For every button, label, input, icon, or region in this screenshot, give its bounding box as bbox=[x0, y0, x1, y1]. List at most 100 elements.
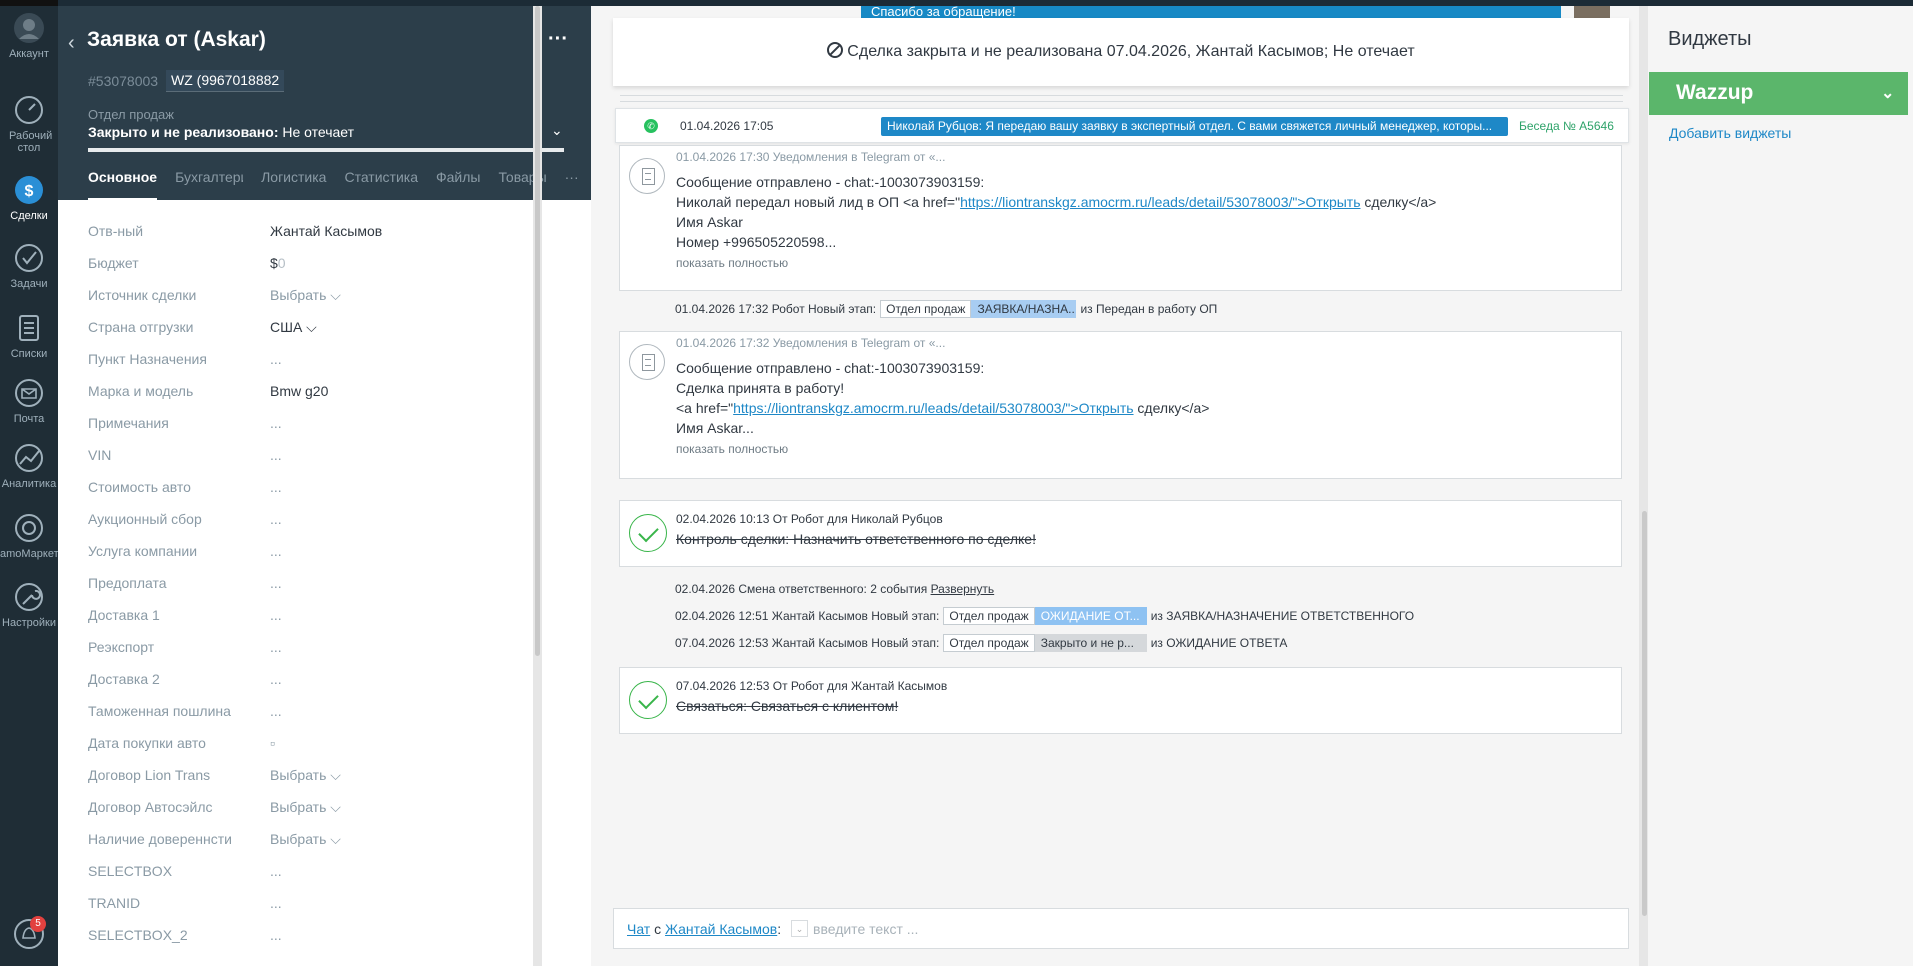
expand-link[interactable]: Развернуть bbox=[931, 582, 995, 596]
feed-scrollbar[interactable] bbox=[1639, 6, 1648, 966]
event-tail: из ОЖИДАНИЕ ОТВЕТА bbox=[1150, 636, 1288, 650]
field-value[interactable]: ... bbox=[270, 639, 282, 655]
field-value[interactable]: ... bbox=[270, 575, 282, 591]
notification-badge: 5 bbox=[30, 916, 46, 932]
lead-tag[interactable]: WZ (9967018882 bbox=[166, 70, 284, 92]
tab-main[interactable]: Основное bbox=[88, 169, 158, 200]
nav-notifications[interactable] bbox=[0, 918, 58, 954]
tabs-more-icon[interactable]: ··· bbox=[565, 169, 579, 200]
message-banner: Спасибо за обращение! bbox=[861, 6, 1561, 18]
field-value[interactable]: ... bbox=[270, 607, 282, 623]
tab-files[interactable]: Файлы bbox=[436, 169, 480, 200]
nav-label-lists: Списки bbox=[10, 348, 48, 360]
nav-settings[interactable]: Настройки bbox=[0, 581, 58, 629]
field-label: Договор Lion Trans bbox=[88, 767, 211, 783]
show-more-link[interactable]: показать полностью bbox=[676, 442, 788, 456]
card-scroll-thumb[interactable] bbox=[535, 6, 540, 656]
dashboard-icon bbox=[15, 96, 43, 124]
field-row: Бюджет $0 bbox=[88, 255, 568, 275]
calendar-icon[interactable]: ▫ bbox=[270, 735, 275, 751]
chat-input[interactable]: введите текст ... bbox=[813, 921, 918, 937]
field-value[interactable]: ... bbox=[270, 703, 282, 719]
widgets-title: Виджеты bbox=[1668, 28, 1752, 50]
tab-statistics[interactable]: Статистика bbox=[344, 169, 418, 200]
field-value[interactable]: ... bbox=[270, 927, 282, 943]
field-value[interactable]: ... bbox=[270, 415, 282, 431]
nav-mail[interactable]: Почта bbox=[0, 377, 58, 425]
field-value[interactable]: ... bbox=[270, 543, 282, 559]
chevron-down-icon[interactable]: ⌄ bbox=[551, 122, 563, 139]
note-line: Сообщение отправлено - chat:-10030739031… bbox=[676, 360, 985, 376]
tab-accounting[interactable]: Бухгалтерия bbox=[175, 169, 243, 200]
add-widgets-link[interactable]: Добавить виджеты bbox=[1669, 125, 1791, 141]
field-value[interactable]: ... bbox=[270, 351, 282, 367]
chevron-down-icon[interactable]: ⌄ bbox=[1881, 83, 1894, 103]
conversation-link[interactable]: Беседа № A5646 bbox=[1519, 119, 1614, 133]
field-label: Источник сделки bbox=[88, 287, 197, 303]
lead-title[interactable]: Заявка от (Askar) bbox=[87, 28, 266, 52]
field-value[interactable]: ... bbox=[270, 895, 282, 911]
tab-logistics[interactable]: Логистика bbox=[261, 169, 326, 200]
wazzup-widget[interactable]: Wazzup ⌄ bbox=[1649, 72, 1908, 115]
nav-analytics[interactable]: Аналитика bbox=[0, 442, 58, 490]
chat-recipient: Чат с Жантай Касымов: bbox=[627, 921, 781, 937]
nav-label-dashboard: Рабочий стол bbox=[9, 130, 53, 154]
field-select[interactable]: Выбрать ⌵ bbox=[270, 767, 341, 784]
field-select[interactable]: США ⌵ bbox=[270, 319, 317, 336]
card-scrollbar[interactable] bbox=[533, 6, 542, 966]
field-select[interactable]: Выбрать ⌵ bbox=[270, 287, 341, 304]
field-value[interactable]: ... bbox=[270, 447, 282, 463]
field-row: Таможенная пошлина... bbox=[88, 703, 568, 723]
field-row: Договор Автосэйлс Выбрать ⌵ bbox=[88, 799, 568, 819]
show-more-link[interactable]: показать полностью bbox=[676, 256, 788, 270]
field-row: Аукционный сбор... bbox=[88, 511, 568, 531]
nav-deals[interactable]: $ Сделки bbox=[0, 174, 58, 222]
field-label: VIN bbox=[88, 447, 112, 463]
field-select[interactable]: Выбрать ⌵ bbox=[270, 831, 341, 848]
task-done-icon[interactable] bbox=[629, 681, 667, 719]
note-icon bbox=[629, 158, 665, 194]
pinned-message-text[interactable]: Николай Рубцов: Я передаю вашу заявку в … bbox=[881, 117, 1508, 136]
card-tabs: Основное Бухгалтерия Логистика Статистик… bbox=[88, 169, 579, 200]
note-link[interactable]: https://liontranskgz.amocrm.ru/leads/det… bbox=[733, 400, 1133, 416]
avatar-icon bbox=[14, 13, 44, 43]
field-row: TRANID... bbox=[88, 895, 568, 915]
task-meta: 02.04.2026 10:13 От Робот для Николай Ру… bbox=[676, 512, 943, 526]
field-row: Отв-ный Жантай Касымов bbox=[88, 223, 568, 243]
status-select[interactable]: Закрыто и не реализовано: Не отечает bbox=[88, 124, 354, 140]
field-value[interactable]: ... bbox=[270, 671, 282, 687]
note-line: Номер +996505220598... bbox=[676, 234, 837, 250]
chat-link[interactable]: Чат bbox=[627, 921, 650, 937]
status-label: Закрыто и не реализовано: bbox=[88, 124, 279, 140]
field-value[interactable]: ... bbox=[270, 511, 282, 527]
field-label: Доставка 1 bbox=[88, 607, 160, 623]
task-item: 02.04.2026 10:13 От Робот для Николай Ру… bbox=[619, 500, 1622, 567]
nav-label-settings: Настройки bbox=[2, 617, 56, 629]
feed-scroll-thumb[interactable] bbox=[1642, 511, 1647, 916]
field-value[interactable]: ... bbox=[270, 479, 282, 495]
task-done-icon[interactable] bbox=[629, 514, 667, 552]
event-text: 01.04.2026 17:32 Робот Новый этап: bbox=[675, 302, 877, 316]
chat-user-link[interactable]: Жантай Касымов bbox=[665, 921, 777, 937]
note-link[interactable]: https://liontranskgz.amocrm.ru/leads/det… bbox=[960, 194, 1360, 210]
nav-dashboard[interactable]: Рабочий стол bbox=[0, 94, 58, 154]
nav-lists[interactable]: Списки bbox=[0, 312, 58, 360]
field-row: Доставка 1... bbox=[88, 607, 568, 627]
budget-value: 0 bbox=[277, 255, 286, 271]
chevron-down-icon[interactable]: ⌄ bbox=[791, 920, 808, 937]
nav-market[interactable]: amoМаркет bbox=[0, 512, 58, 560]
status-progress-bar bbox=[88, 148, 564, 152]
field-value[interactable]: Bmw g20 bbox=[270, 383, 328, 399]
task-item: 07.04.2026 12:53 От Робот для Жантай Кас… bbox=[619, 667, 1622, 734]
budget-field[interactable]: $0 bbox=[270, 255, 286, 271]
field-select[interactable]: Выбрать ⌵ bbox=[270, 799, 341, 816]
field-value[interactable]: ... bbox=[270, 863, 282, 879]
nav-label-deals: Сделки bbox=[10, 210, 48, 222]
field-value[interactable]: Жантай Касымов bbox=[270, 223, 382, 239]
pinned-chat-message[interactable]: ✆ 01.04.2026 17:05 Николай Рубцов: Я пер… bbox=[615, 108, 1629, 143]
chat-input-bar[interactable]: Чат с Жантай Касымов: ⌄ введите текст ..… bbox=[613, 908, 1629, 949]
nav-account[interactable]: Аккаунт bbox=[0, 12, 58, 60]
more-options-icon[interactable]: ··· bbox=[548, 28, 568, 51]
nav-tasks[interactable]: Задачи bbox=[0, 242, 58, 290]
back-arrow-icon[interactable]: ‹ bbox=[68, 32, 75, 55]
